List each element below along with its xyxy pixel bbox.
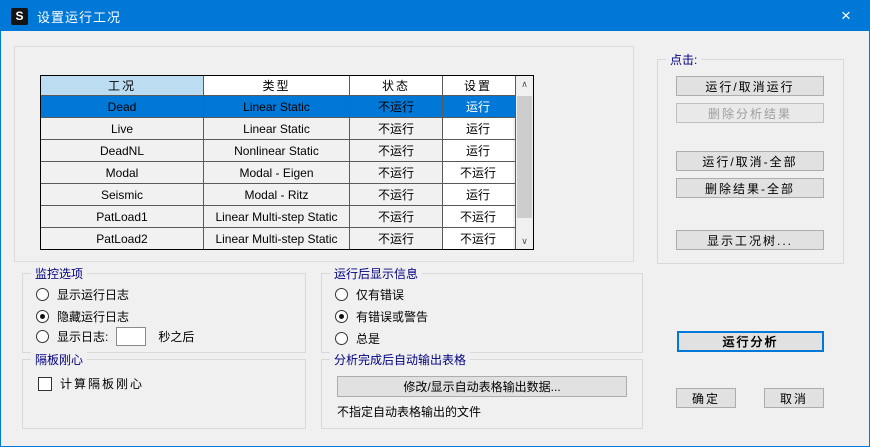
table-header-row: 工况 类型 状态 设置: [41, 76, 515, 96]
cell-action-button[interactable]: 运行: [443, 118, 513, 139]
table-row[interactable]: PatLoad1Linear Multi-step Static不运行不运行: [41, 206, 515, 228]
window-title: 设置运行工况: [37, 7, 121, 26]
table-row[interactable]: DeadNLNonlinear Static不运行运行: [41, 140, 515, 162]
table-row[interactable]: PatLoad2Linear Multi-step Static不运行不运行: [41, 228, 515, 249]
cell-case-type: Linear Multi-step Static: [204, 228, 350, 249]
header-action[interactable]: 设置: [443, 76, 513, 95]
case-table-body: DeadLinear Static不运行运行LiveLinear Static不…: [41, 96, 515, 249]
header-type[interactable]: 类型: [204, 76, 350, 95]
cell-run-status: 不运行: [350, 206, 443, 227]
cell-case-name: PatLoad2: [41, 228, 204, 249]
cell-run-status: 不运行: [350, 118, 443, 139]
errors-or-warnings-radio[interactable]: [335, 310, 348, 323]
diaphragm-group: 隔板刚心 计算隔板刚心: [22, 359, 306, 429]
errors-only-radio[interactable]: [335, 288, 348, 301]
cell-case-type: Nonlinear Static: [204, 140, 350, 161]
always-label: 总是: [356, 330, 380, 347]
close-icon[interactable]: ×: [823, 1, 869, 31]
delete-results-for-case-button[interactable]: 删除分析结果: [676, 103, 824, 123]
table-scrollbar[interactable]: ∧ ∨: [515, 76, 533, 249]
hide-run-log-label: 隐藏运行日志: [57, 308, 129, 325]
calc-diaphragm-centers-checkbox[interactable]: [38, 377, 52, 391]
always-radio[interactable]: [335, 332, 348, 345]
cell-case-name: Seismic: [41, 184, 204, 205]
cell-run-status: 不运行: [350, 140, 443, 161]
show-messages-group: 运行后显示信息 仅有错误 有错误或警告 总是: [321, 273, 643, 353]
cell-case-name: PatLoad1: [41, 206, 204, 227]
ok-button[interactable]: 确定: [676, 388, 736, 408]
title-bar[interactable]: S 设置运行工况 ×: [1, 1, 869, 31]
show-log-after-radio[interactable]: [36, 330, 49, 343]
scroll-up-icon[interactable]: ∧: [516, 76, 533, 92]
click-group-label: 点击:: [666, 51, 701, 68]
table-row[interactable]: DeadLinear Static不运行运行: [41, 96, 515, 118]
run-do-not-run-case-button[interactable]: 运行/取消运行: [676, 76, 824, 96]
run-do-not-run-all-button[interactable]: 运行/取消-全部: [676, 151, 824, 171]
hide-run-log-radio[interactable]: [36, 310, 49, 323]
cell-case-type: Linear Multi-step Static: [204, 206, 350, 227]
run-now-button[interactable]: 运行分析: [677, 331, 824, 352]
cell-case-name: DeadNL: [41, 140, 204, 161]
errors-only-label: 仅有错误: [356, 286, 404, 303]
seconds-after-label: 秒之后: [158, 328, 194, 345]
cell-case-type: Linear Static: [204, 96, 350, 117]
app-logo-icon: S: [11, 8, 28, 25]
cell-action-button[interactable]: 运行: [443, 140, 513, 161]
auto-tables-note: 不指定自动表格输出的文件: [337, 403, 481, 420]
cell-case-name: Modal: [41, 162, 204, 183]
cell-run-status: 不运行: [350, 228, 443, 249]
show-messages-label: 运行后显示信息: [330, 265, 422, 282]
run-cases-dialog: S 设置运行工况 × 工况 类型 状态 设置 DeadLinear Static…: [0, 0, 870, 447]
header-status[interactable]: 状态: [350, 76, 443, 95]
log-delay-seconds-input[interactable]: [116, 327, 146, 346]
table-row[interactable]: SeismicModal - Ritz不运行运行: [41, 184, 515, 206]
monitor-options-label: 监控选项: [31, 265, 87, 282]
cell-case-type: Modal - Ritz: [204, 184, 350, 205]
errors-or-warnings-label: 有错误或警告: [356, 308, 428, 325]
monitor-options-group: 监控选项 显示运行日志 隐藏运行日志 显示日志: 秒之后: [22, 273, 306, 353]
show-load-case-tree-button[interactable]: 显示工况树...: [676, 230, 824, 250]
delete-all-results-button[interactable]: 删除结果-全部: [676, 178, 824, 198]
cell-action-button[interactable]: 不运行: [443, 206, 513, 227]
header-case[interactable]: 工况: [41, 76, 204, 95]
show-run-log-label: 显示运行日志: [57, 286, 129, 303]
cell-run-status: 不运行: [350, 96, 443, 117]
cell-action-button[interactable]: 不运行: [443, 162, 513, 183]
cell-action-button[interactable]: 运行: [443, 184, 513, 205]
table-row[interactable]: ModalModal - Eigen不运行不运行: [41, 162, 515, 184]
diaphragm-group-label: 隔板刚心: [31, 351, 87, 368]
show-log-after-label: 显示日志:: [57, 328, 108, 345]
cell-case-name: Dead: [41, 96, 204, 117]
cell-action-button[interactable]: 运行: [443, 96, 513, 117]
modify-show-auto-tables-button[interactable]: 修改/显示自动表格输出数据...: [337, 376, 627, 397]
calc-diaphragm-centers-label: 计算隔板刚心: [60, 375, 144, 392]
scroll-down-icon[interactable]: ∨: [516, 233, 533, 249]
cell-run-status: 不运行: [350, 184, 443, 205]
auto-tables-label: 分析完成后自动输出表格: [330, 351, 470, 368]
load-case-table[interactable]: 工况 类型 状态 设置 DeadLinear Static不运行运行LiveLi…: [40, 75, 534, 250]
scroll-thumb[interactable]: [517, 96, 532, 218]
table-row[interactable]: LiveLinear Static不运行运行: [41, 118, 515, 140]
cell-run-status: 不运行: [350, 162, 443, 183]
auto-tables-group: 分析完成后自动输出表格 修改/显示自动表格输出数据... 不指定自动表格输出的文…: [321, 359, 643, 429]
cell-case-type: Linear Static: [204, 118, 350, 139]
cell-action-button[interactable]: 不运行: [443, 228, 513, 249]
show-run-log-radio[interactable]: [36, 288, 49, 301]
cancel-button[interactable]: 取消: [764, 388, 824, 408]
cell-case-type: Modal - Eigen: [204, 162, 350, 183]
cell-case-name: Live: [41, 118, 204, 139]
